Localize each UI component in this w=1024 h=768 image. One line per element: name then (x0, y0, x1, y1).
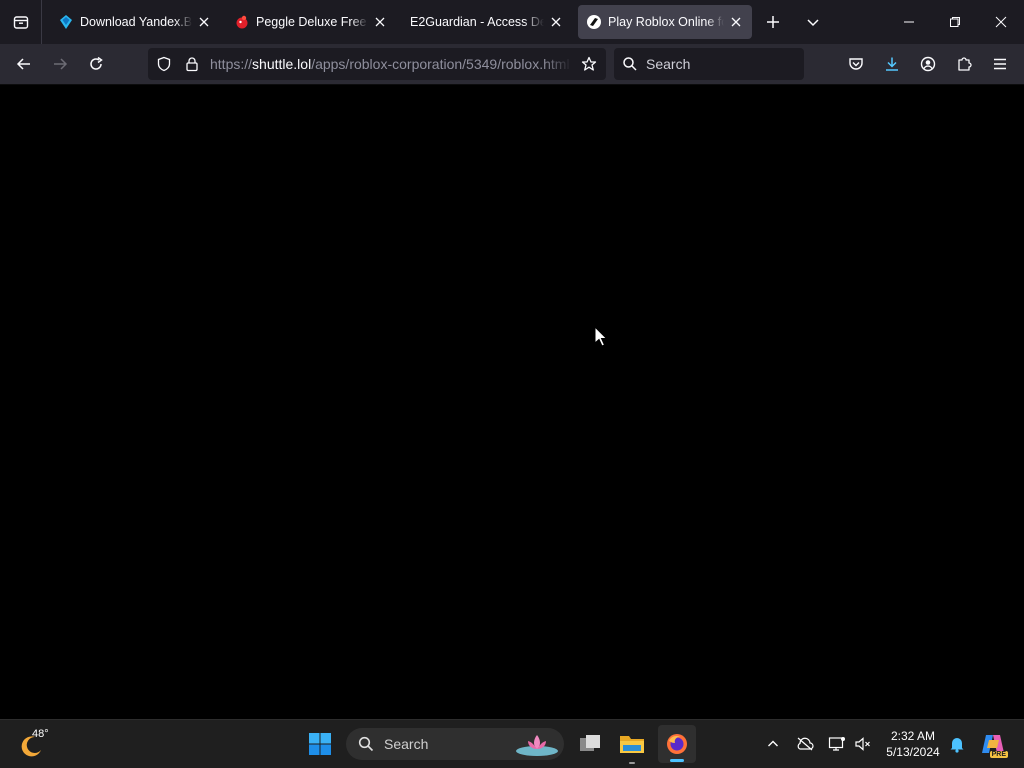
tab-yandex[interactable]: Download Yandex.Browser (50, 5, 220, 39)
active-indicator (670, 759, 684, 762)
tab-title: E2Guardian - Access Denied (410, 15, 544, 29)
page-content[interactable] (0, 85, 1024, 719)
reload-icon (90, 56, 103, 70)
weather-widget[interactable]: 48° (14, 726, 58, 762)
yandex-favicon-icon (58, 14, 74, 30)
firefox-view-button[interactable] (0, 0, 42, 44)
close-window-button[interactable] (978, 0, 1024, 44)
pocket-button[interactable] (840, 48, 872, 80)
tracking-protection-shield-icon[interactable] (150, 48, 178, 80)
minimize-button[interactable] (886, 0, 932, 44)
download-icon (886, 57, 898, 71)
tab-bar: Download Yandex.Browser Peggle Deluxe Fr… (0, 0, 1024, 44)
minimize-icon (904, 21, 914, 23)
chevron-up-icon (768, 740, 778, 747)
notifications-button[interactable] (946, 732, 968, 756)
new-tab-button[interactable] (756, 5, 790, 39)
address-bar[interactable]: https://shuttle.lol/apps/roblox-corporat… (148, 48, 606, 80)
network-tray-button[interactable] (826, 732, 848, 756)
bell-icon (950, 738, 964, 753)
url-host: shuttle.lol (252, 56, 312, 72)
close-tab-icon[interactable] (728, 14, 744, 30)
firefox-view-icon (13, 16, 28, 29)
taskbar-search-box[interactable]: Search (346, 728, 564, 760)
tab-title: Play Roblox Online for Free (608, 15, 724, 29)
close-tab-icon[interactable] (196, 14, 212, 30)
tab-peggle[interactable]: Peggle Deluxe Free Download (226, 5, 396, 39)
url-scheme: https:// (210, 56, 253, 72)
monitor-network-icon (828, 737, 845, 751)
windows-taskbar: 48° Search 2:32 AM 5/13/2024 PRE (0, 719, 1024, 768)
onedrive-tray-button[interactable] (794, 732, 816, 756)
app-menu-button[interactable] (984, 48, 1016, 80)
firefox-logo-icon (667, 734, 687, 754)
arrow-left-icon (16, 58, 30, 70)
mouse-cursor-icon (594, 326, 608, 347)
url-path: /apps/roblox-corporation/5349/roblox.htm… (311, 56, 570, 72)
reload-button[interactable] (78, 48, 114, 80)
search-bar[interactable]: Search (614, 48, 804, 80)
puzzle-icon (958, 57, 972, 71)
copilot-button[interactable]: PRE (978, 728, 1008, 760)
restore-button[interactable] (932, 0, 978, 44)
back-button[interactable] (6, 48, 42, 80)
tab-title: Download Yandex.Browser (80, 15, 192, 29)
copilot-preview-badge: PRE (989, 751, 1008, 758)
weather-temperature: 48° (32, 728, 49, 740)
clock-time: 2:32 AM (890, 729, 936, 743)
close-icon (995, 16, 1007, 28)
chevron-down-icon (807, 19, 819, 27)
task-view-button[interactable] (574, 728, 606, 760)
firefox-taskbar-button[interactable] (658, 725, 696, 763)
pocket-icon (849, 58, 863, 70)
clock-date: 5/13/2024 (886, 745, 940, 759)
account-icon (920, 56, 936, 72)
shuttle-favicon-icon (586, 14, 602, 30)
plus-icon (767, 16, 779, 28)
folder-icon (620, 736, 644, 753)
task-view-icon (580, 735, 600, 751)
lotus-highlight-icon (516, 735, 558, 756)
system-clock[interactable]: 2:32 AM 5/13/2024 (880, 728, 946, 760)
hamburger-menu-icon (994, 58, 1006, 70)
forward-button[interactable] (42, 48, 78, 80)
url-text[interactable]: https://shuttle.lol/apps/roblox-corporat… (210, 56, 572, 72)
navigation-toolbar: https://shuttle.lol/apps/roblox-corporat… (0, 44, 1024, 85)
tab-roblox[interactable]: Play Roblox Online for Free (578, 5, 752, 39)
account-button[interactable] (912, 48, 944, 80)
start-button[interactable] (304, 728, 336, 760)
arrow-right-icon (54, 58, 68, 70)
volume-tray-button[interactable] (852, 732, 874, 756)
lock-icon[interactable] (178, 48, 206, 80)
tab-title: Peggle Deluxe Free Download (256, 15, 368, 29)
peggle-favicon-icon (234, 14, 250, 30)
bookmark-star-icon[interactable] (572, 48, 606, 80)
speaker-muted-icon (855, 737, 870, 751)
search-placeholder: Search (646, 56, 691, 72)
show-hidden-icons-button[interactable] (762, 732, 784, 756)
taskbar-search-placeholder: Search (384, 736, 429, 752)
close-tab-icon[interactable] (372, 14, 388, 30)
tab-e2guardian[interactable]: E2Guardian - Access Denied (402, 5, 572, 39)
close-tab-icon[interactable] (548, 14, 564, 30)
running-indicator (629, 762, 635, 764)
restore-icon (950, 17, 960, 27)
extensions-button[interactable] (948, 48, 980, 80)
file-explorer-button[interactable] (616, 728, 648, 764)
search-icon (358, 736, 374, 752)
downloads-button[interactable] (876, 48, 908, 80)
search-icon (623, 57, 637, 71)
cloud-offline-icon (797, 737, 814, 751)
windows-logo-icon (309, 733, 331, 755)
list-all-tabs-button[interactable] (796, 5, 830, 39)
